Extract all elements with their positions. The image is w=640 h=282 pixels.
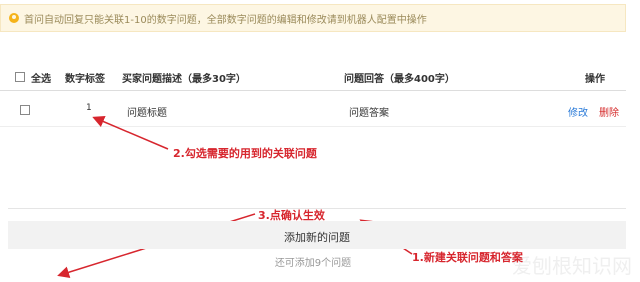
table-header: 全选 数字标签 买家问题描述（最多30字） 问题回答（最多400字） 操作 bbox=[0, 64, 626, 91]
row-answer: 问题答案 bbox=[349, 108, 389, 119]
table-row: 1 问题标题 问题答案 修改 删除 bbox=[0, 92, 626, 127]
watermark: 爱刨根知识网 bbox=[512, 254, 632, 278]
add-question-button[interactable]: 添加新的问题 bbox=[8, 229, 626, 245]
header-number-tag: 数字标签 bbox=[65, 74, 105, 85]
edit-link[interactable]: 修改 bbox=[568, 104, 588, 119]
select-all-checkbox[interactable] bbox=[15, 72, 25, 82]
header-action: 操作 bbox=[585, 74, 605, 85]
select-all-label[interactable]: 全选 bbox=[31, 70, 51, 85]
header-description: 买家问题描述（最多30字） bbox=[122, 74, 246, 85]
add-question-bar: 添加新的问题 bbox=[8, 221, 626, 249]
row-checkbox[interactable] bbox=[20, 105, 30, 115]
row-title: 问题标题 bbox=[127, 108, 167, 119]
delete-link[interactable]: 删除 bbox=[599, 104, 619, 119]
location-pin-icon bbox=[9, 13, 19, 23]
annotation-step2: 2.勾选需要的用到的关联问题 bbox=[173, 147, 317, 160]
notice-text: 首问自动回复只能关联1-10的数字问题，全部数字问题的编辑和修改请到机器人配置中… bbox=[24, 14, 427, 26]
row-number: 1 bbox=[86, 103, 92, 113]
annotation-step1: 1.新建关联问题和答案 bbox=[412, 251, 523, 264]
header-answer: 问题回答（最多400字） bbox=[344, 74, 455, 85]
notice-banner: 首问自动回复只能关联1-10的数字问题，全部数字问题的编辑和修改请到机器人配置中… bbox=[0, 4, 626, 32]
